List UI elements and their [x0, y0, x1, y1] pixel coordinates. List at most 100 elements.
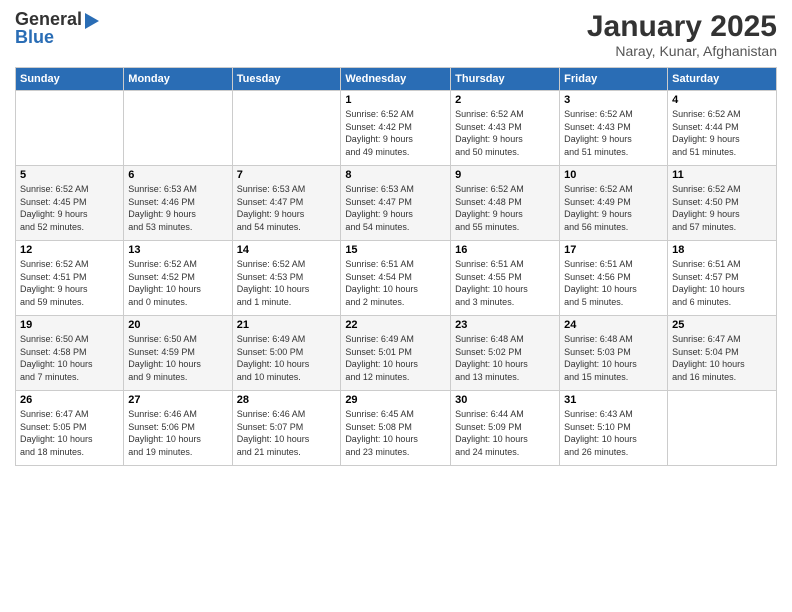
- day-number: 18: [672, 244, 772, 256]
- day-info: Sunrise: 6:52 AM Sunset: 4:42 PM Dayligh…: [345, 108, 446, 158]
- day-number: 16: [455, 244, 555, 256]
- calendar-cell: [124, 91, 232, 166]
- day-number: 31: [564, 394, 663, 406]
- day-info: Sunrise: 6:47 AM Sunset: 5:05 PM Dayligh…: [20, 408, 119, 458]
- col-monday: Monday: [124, 68, 232, 91]
- day-number: 9: [455, 169, 555, 181]
- logo: General Blue: [15, 10, 99, 48]
- calendar-cell: [16, 91, 124, 166]
- day-number: 2: [455, 94, 555, 106]
- calendar-cell: [232, 91, 341, 166]
- calendar-cell: 22 Sunrise: 6:49 AM Sunset: 5:01 PM Dayli…: [341, 316, 451, 391]
- day-info: Sunrise: 6:49 AM Sunset: 5:01 PM Dayligh…: [345, 333, 446, 383]
- day-info: Sunrise: 6:52 AM Sunset: 4:44 PM Dayligh…: [672, 108, 772, 158]
- day-number: 14: [237, 244, 337, 256]
- day-number: 29: [345, 394, 446, 406]
- day-info: Sunrise: 6:47 AM Sunset: 5:04 PM Dayligh…: [672, 333, 772, 383]
- day-info: Sunrise: 6:52 AM Sunset: 4:45 PM Dayligh…: [20, 183, 119, 233]
- calendar-cell: 5 Sunrise: 6:52 AM Sunset: 4:45 PM Daylig…: [16, 166, 124, 241]
- calendar-cell: 20 Sunrise: 6:50 AM Sunset: 4:59 PM Dayli…: [124, 316, 232, 391]
- calendar-cell: 2Sunrise: 6:52 AM Sunset: 4:43 PM Daylig…: [451, 91, 560, 166]
- day-info: Sunrise: 6:51 AM Sunset: 4:55 PM Dayligh…: [455, 258, 555, 308]
- calendar-cell: 7 Sunrise: 6:53 AM Sunset: 4:47 PM Daylig…: [232, 166, 341, 241]
- day-number: 25: [672, 319, 772, 331]
- calendar-cell: 14 Sunrise: 6:52 AM Sunset: 4:53 PM Dayli…: [232, 241, 341, 316]
- col-sunday: Sunday: [16, 68, 124, 91]
- day-info: Sunrise: 6:49 AM Sunset: 5:00 PM Dayligh…: [237, 333, 337, 383]
- day-info: Sunrise: 6:51 AM Sunset: 4:54 PM Dayligh…: [345, 258, 446, 308]
- calendar-cell: 27 Sunrise: 6:46 AM Sunset: 5:06 PM Dayli…: [124, 391, 232, 466]
- logo-text-blue: Blue: [15, 28, 54, 48]
- col-thursday: Thursday: [451, 68, 560, 91]
- page-container: General Blue January 2025 Naray, Kunar, …: [0, 0, 792, 612]
- day-number: 8: [345, 169, 446, 181]
- calendar-cell: 10Sunrise: 6:52 AM Sunset: 4:49 PM Dayli…: [560, 166, 668, 241]
- day-info: Sunrise: 6:50 AM Sunset: 4:59 PM Dayligh…: [128, 333, 227, 383]
- day-number: 4: [672, 94, 772, 106]
- calendar-cell: 28Sunrise: 6:46 AM Sunset: 5:07 PM Dayli…: [232, 391, 341, 466]
- day-number: 1: [345, 94, 446, 106]
- day-info: Sunrise: 6:53 AM Sunset: 4:46 PM Dayligh…: [128, 183, 227, 233]
- col-saturday: Saturday: [668, 68, 777, 91]
- day-number: 21: [237, 319, 337, 331]
- day-number: 22: [345, 319, 446, 331]
- day-info: Sunrise: 6:44 AM Sunset: 5:09 PM Dayligh…: [455, 408, 555, 458]
- day-number: 5: [20, 169, 119, 181]
- header: General Blue January 2025 Naray, Kunar, …: [15, 10, 777, 59]
- day-info: Sunrise: 6:46 AM Sunset: 5:06 PM Dayligh…: [128, 408, 227, 458]
- day-number: 7: [237, 169, 337, 181]
- calendar-cell: 18 Sunrise: 6:51 AM Sunset: 4:57 PM Dayli…: [668, 241, 777, 316]
- calendar-cell: 15Sunrise: 6:51 AM Sunset: 4:54 PM Dayli…: [341, 241, 451, 316]
- calendar-cell: 9Sunrise: 6:52 AM Sunset: 4:48 PM Daylig…: [451, 166, 560, 241]
- calendar-cell: 16 Sunrise: 6:51 AM Sunset: 4:55 PM Dayli…: [451, 241, 560, 316]
- calendar-cell: 30 Sunrise: 6:44 AM Sunset: 5:09 PM Dayli…: [451, 391, 560, 466]
- day-number: 27: [128, 394, 227, 406]
- day-info: Sunrise: 6:51 AM Sunset: 4:56 PM Dayligh…: [564, 258, 663, 308]
- calendar-cell: [668, 391, 777, 466]
- calendar-cell: 21 Sunrise: 6:49 AM Sunset: 5:00 PM Dayli…: [232, 316, 341, 391]
- calendar-cell: 19Sunrise: 6:50 AM Sunset: 4:58 PM Dayli…: [16, 316, 124, 391]
- title-block: January 2025 Naray, Kunar, Afghanistan: [587, 10, 777, 59]
- day-number: 3: [564, 94, 663, 106]
- day-info: Sunrise: 6:52 AM Sunset: 4:43 PM Dayligh…: [564, 108, 663, 158]
- day-number: 19: [20, 319, 119, 331]
- day-number: 13: [128, 244, 227, 256]
- day-number: 28: [237, 394, 337, 406]
- col-wednesday: Wednesday: [341, 68, 451, 91]
- calendar-cell: 3 Sunrise: 6:52 AM Sunset: 4:43 PM Daylig…: [560, 91, 668, 166]
- calendar-cell: 13 Sunrise: 6:52 AM Sunset: 4:52 PM Dayli…: [124, 241, 232, 316]
- day-number: 17: [564, 244, 663, 256]
- day-info: Sunrise: 6:51 AM Sunset: 4:57 PM Dayligh…: [672, 258, 772, 308]
- calendar-cell: 26Sunrise: 6:47 AM Sunset: 5:05 PM Dayli…: [16, 391, 124, 466]
- day-info: Sunrise: 6:52 AM Sunset: 4:52 PM Dayligh…: [128, 258, 227, 308]
- day-info: Sunrise: 6:45 AM Sunset: 5:08 PM Dayligh…: [345, 408, 446, 458]
- day-info: Sunrise: 6:52 AM Sunset: 4:53 PM Dayligh…: [237, 258, 337, 308]
- day-number: 24: [564, 319, 663, 331]
- month-title: January 2025: [587, 10, 777, 43]
- day-number: 30: [455, 394, 555, 406]
- col-friday: Friday: [560, 68, 668, 91]
- calendar-cell: 25 Sunrise: 6:47 AM Sunset: 5:04 PM Dayli…: [668, 316, 777, 391]
- day-number: 20: [128, 319, 227, 331]
- day-info: Sunrise: 6:48 AM Sunset: 5:03 PM Dayligh…: [564, 333, 663, 383]
- calendar-header-row: Sunday Monday Tuesday Wednesday Thursday…: [16, 68, 777, 91]
- calendar-cell: 29 Sunrise: 6:45 AM Sunset: 5:08 PM Dayli…: [341, 391, 451, 466]
- day-info: Sunrise: 6:53 AM Sunset: 4:47 PM Dayligh…: [345, 183, 446, 233]
- day-info: Sunrise: 6:52 AM Sunset: 4:49 PM Dayligh…: [564, 183, 663, 233]
- day-info: Sunrise: 6:48 AM Sunset: 5:02 PM Dayligh…: [455, 333, 555, 383]
- calendar-cell: 1 Sunrise: 6:52 AM Sunset: 4:42 PM Daylig…: [341, 91, 451, 166]
- calendar-cell: 11 Sunrise: 6:52 AM Sunset: 4:50 PM Dayli…: [668, 166, 777, 241]
- calendar-cell: 23Sunrise: 6:48 AM Sunset: 5:02 PM Dayli…: [451, 316, 560, 391]
- day-number: 11: [672, 169, 772, 181]
- day-info: Sunrise: 6:43 AM Sunset: 5:10 PM Dayligh…: [564, 408, 663, 458]
- calendar-cell: 8 Sunrise: 6:53 AM Sunset: 4:47 PM Daylig…: [341, 166, 451, 241]
- day-number: 6: [128, 169, 227, 181]
- col-tuesday: Tuesday: [232, 68, 341, 91]
- logo-arrow-icon: [85, 13, 99, 29]
- day-info: Sunrise: 6:52 AM Sunset: 4:51 PM Dayligh…: [20, 258, 119, 308]
- day-info: Sunrise: 6:53 AM Sunset: 4:47 PM Dayligh…: [237, 183, 337, 233]
- calendar-cell: 6 Sunrise: 6:53 AM Sunset: 4:46 PM Daylig…: [124, 166, 232, 241]
- day-number: 12: [20, 244, 119, 256]
- day-info: Sunrise: 6:52 AM Sunset: 4:50 PM Dayligh…: [672, 183, 772, 233]
- calendar-table: Sunday Monday Tuesday Wednesday Thursday…: [15, 67, 777, 466]
